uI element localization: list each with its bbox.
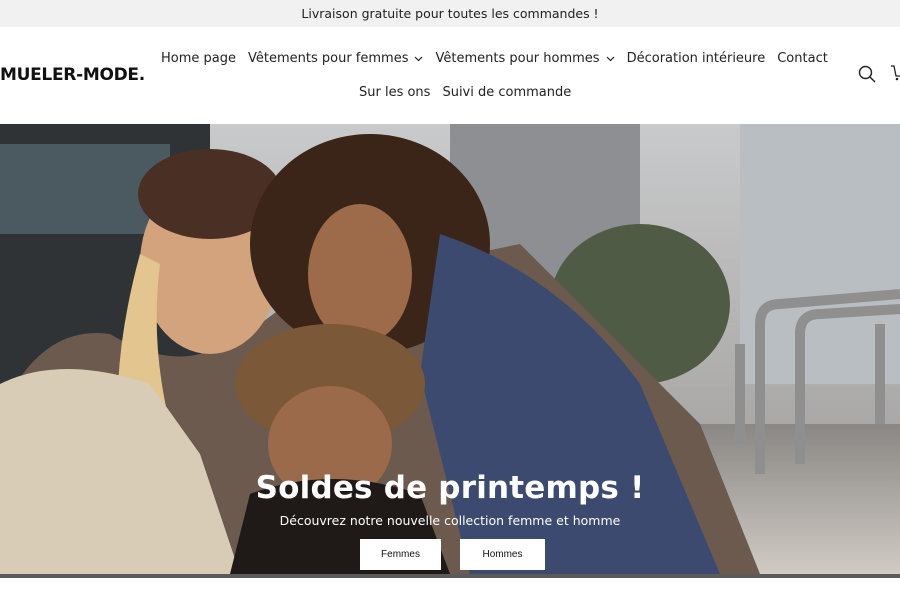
nav-item-womens-clothing[interactable]: Vêtements pour femmes (248, 51, 423, 66)
nav-item-home-decor[interactable]: Décoration intérieure (627, 51, 766, 66)
nav-item-about[interactable]: Sur les ons (359, 85, 430, 100)
chevron-down-icon (606, 56, 615, 62)
main-nav-row-1: Home page Vêtements pour femmes Vêtement… (161, 51, 840, 66)
nav-label: Contact (777, 51, 828, 66)
hero-title: Soldes de printemps ! (255, 470, 645, 506)
search-icon[interactable] (858, 65, 876, 83)
chevron-down-icon (414, 56, 423, 62)
hommes-button[interactable]: Hommes (460, 539, 545, 570)
site-header: MUELER-MODE. Home page Vêtements pour fe… (0, 27, 900, 124)
site-logo[interactable]: MUELER-MODE. (0, 65, 145, 85)
hero-image (0, 124, 900, 574)
main-nav-row-2: Sur les ons Suivi de commande (359, 85, 583, 100)
hero-banner (0, 124, 900, 574)
nav-label: Décoration intérieure (626, 51, 766, 66)
nav-label: Vêtements pour femmes (248, 51, 409, 66)
hero-subtitle: Découvrez notre nouvelle collection femm… (279, 513, 621, 528)
nav-label: Home page (161, 51, 236, 66)
section-divider (0, 574, 900, 578)
nav-item-order-tracking[interactable]: Suivi de commande (442, 85, 571, 100)
nav-label: Sur les ons (359, 85, 431, 100)
nav-label: Vêtements pour hommes (435, 51, 600, 66)
announcement-bar: Livraison gratuite pour toutes les comma… (0, 0, 900, 27)
nav-item-mens-clothing[interactable]: Vêtements pour hommes (435, 51, 615, 66)
nav-item-contact[interactable]: Contact (777, 51, 828, 66)
femmes-button[interactable]: Femmes (360, 539, 441, 570)
nav-label: Suivi de commande (442, 85, 572, 100)
announcement-text: Livraison gratuite pour toutes les comma… (301, 6, 599, 21)
nav-item-home[interactable]: Home page (161, 51, 236, 66)
cart-icon[interactable] (890, 64, 900, 82)
